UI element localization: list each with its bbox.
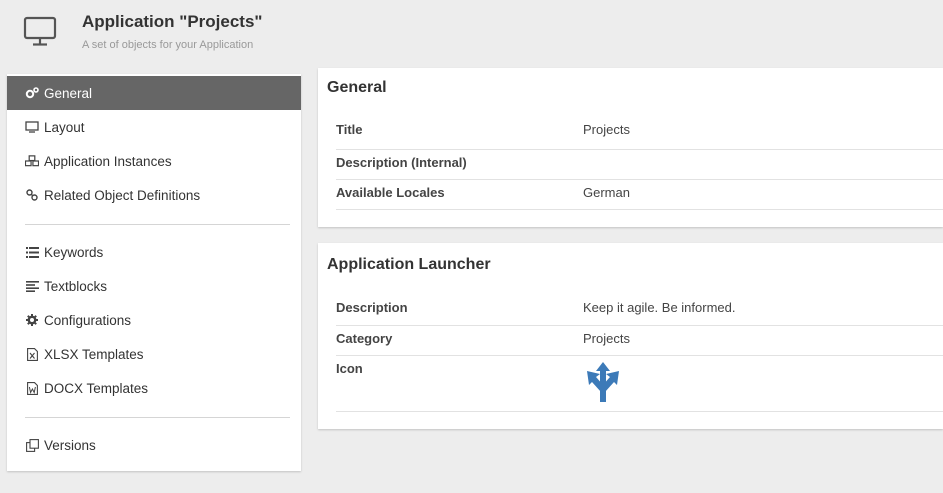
gear-icon xyxy=(25,313,39,327)
sidebar-item-general[interactable]: General xyxy=(7,76,301,110)
application-launcher-panel-title: Application Launcher xyxy=(327,256,491,273)
list-icon xyxy=(25,245,39,259)
monitor-icon xyxy=(23,16,65,50)
sidebar-divider xyxy=(25,417,290,418)
field-label-category: Category xyxy=(336,331,393,346)
field-value-category: Projects xyxy=(583,331,630,346)
page-title: Application "Projects" xyxy=(82,12,263,31)
field-label-description: Description xyxy=(336,300,408,315)
cubes-icon xyxy=(25,154,39,168)
xlsx-file-icon xyxy=(25,347,39,361)
page-header: Application "Projects" A set of objects … xyxy=(0,0,943,66)
general-panel: General Title Projects Description (Inte… xyxy=(318,68,943,227)
sidebar-item-label: XLSX Templates xyxy=(44,346,144,362)
sidebar-item-label: Layout xyxy=(44,119,85,135)
general-panel-title: General xyxy=(327,79,387,96)
sidebar-item-layout[interactable]: Layout xyxy=(7,110,301,144)
field-label-icon: Icon xyxy=(336,361,363,376)
docx-file-icon xyxy=(25,381,39,395)
field-value-available-locales: German xyxy=(583,185,630,200)
field-value-description: Keep it agile. Be informed. xyxy=(583,300,736,315)
monitor-icon xyxy=(25,120,39,134)
sidebar-item-application-instances[interactable]: Application Instances xyxy=(7,144,301,178)
field-label-description-internal: Description (Internal) xyxy=(336,155,467,170)
field-label-title: Title xyxy=(336,122,363,137)
table-row: Description (Internal) xyxy=(336,150,943,180)
sidebar-item-label: DOCX Templates xyxy=(44,380,149,396)
application-launcher-panel: Application Launcher Description Keep it… xyxy=(318,243,943,429)
sidebar-item-label: Configurations xyxy=(44,312,132,328)
copy-icon xyxy=(25,438,39,452)
split-arrows-icon xyxy=(585,362,621,407)
link-icon xyxy=(25,188,39,202)
sidebar-item-related-object-definitions[interactable]: Related Object Definitions xyxy=(7,178,301,212)
table-row: Description Keep it agile. Be informed. xyxy=(336,293,943,326)
sidebar-item-versions[interactable]: Versions xyxy=(7,428,301,462)
sidebar-item-label: Application Instances xyxy=(44,153,172,169)
table-row: Icon xyxy=(336,356,943,412)
sidebar-divider xyxy=(25,224,290,225)
sidebar-item-configurations[interactable]: Configurations xyxy=(7,303,301,337)
sidebar-item-label: General xyxy=(44,85,93,101)
table-row: Available Locales German xyxy=(336,180,943,210)
sidebar-item-label: Related Object Definitions xyxy=(44,187,201,203)
sidebar-item-keywords[interactable]: Keywords xyxy=(7,235,301,269)
sidebar-item-label: Keywords xyxy=(44,244,104,260)
sidebar-item-textblocks[interactable]: Textblocks xyxy=(7,269,301,303)
field-label-available-locales: Available Locales xyxy=(336,185,445,200)
page-subtitle: A set of objects for your Application xyxy=(82,39,254,51)
sidebar-item-docx-templates[interactable]: DOCX Templates xyxy=(7,371,301,405)
sidebar-item-label: Textblocks xyxy=(44,278,108,294)
cogs-icon xyxy=(25,86,39,100)
sidebar-item-label: Versions xyxy=(44,437,96,453)
sidebar: General Layout Application Instances Rel… xyxy=(7,74,301,471)
table-row: Title Projects xyxy=(336,114,943,150)
align-left-icon xyxy=(25,279,39,293)
sidebar-item-xlsx-templates[interactable]: XLSX Templates xyxy=(7,337,301,371)
field-value-title: Projects xyxy=(583,122,630,137)
table-row: Category Projects xyxy=(336,326,943,356)
